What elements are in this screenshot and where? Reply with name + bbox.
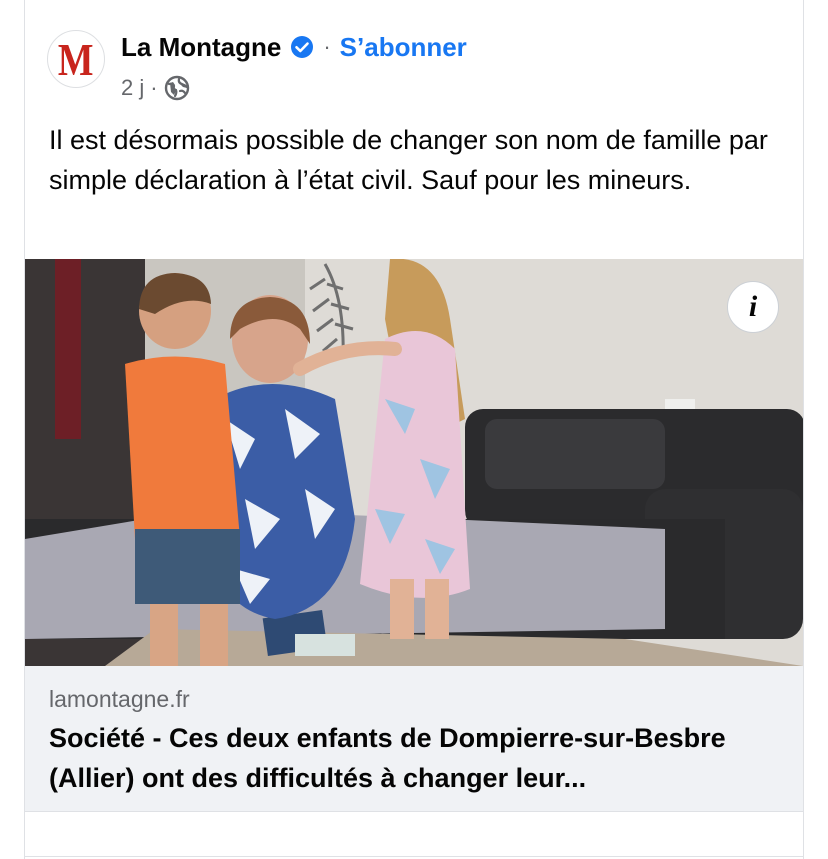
photo-illustration (25, 259, 803, 666)
post-meta: 2 j · (121, 74, 190, 102)
avatar-logo: M (58, 34, 94, 85)
post-image[interactable]: i (25, 259, 803, 666)
subscribe-button[interactable]: S’abonner (340, 32, 467, 63)
globe-icon (164, 75, 190, 101)
link-preview[interactable]: lamontagne.fr Société - Ces deux enfants… (25, 666, 803, 811)
page-avatar[interactable]: M (47, 30, 105, 88)
verified-badge-icon (290, 35, 314, 59)
page-name[interactable]: La Montagne (121, 32, 281, 63)
post-card: M La Montagne · S’abonner 2 j · Il est d… (24, 0, 804, 859)
name-row: La Montagne · S’abonner (121, 30, 467, 64)
link-domain: lamontagne.fr (49, 686, 190, 712)
link-title[interactable]: Société - Ces deux enfants de Dompierre-… (49, 718, 779, 798)
post-time[interactable]: 2 j (121, 75, 144, 101)
meta-separator: · (150, 75, 158, 100)
post-text: Il est désormais possible de changer son… (49, 125, 768, 195)
info-icon[interactable]: i (727, 281, 779, 333)
separator-dot: · (323, 34, 331, 59)
post-header: M La Montagne · S’abonner 2 j · (47, 30, 787, 110)
post-footer (25, 811, 803, 857)
